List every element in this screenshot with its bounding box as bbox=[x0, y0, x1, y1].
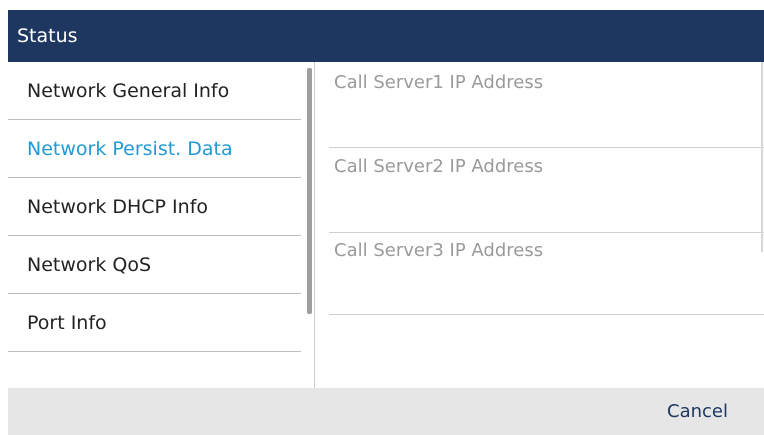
menu-item-label: Network General Info bbox=[27, 79, 230, 102]
page-title: Status bbox=[17, 25, 78, 47]
details-scroll-indicator bbox=[761, 62, 763, 252]
menu-panel: Network General Info Network Persist. Da… bbox=[8, 62, 314, 388]
field-call-server2-ip: Call Server2 IP Address bbox=[329, 156, 764, 233]
field-call-server3-ip: Call Server3 IP Address bbox=[329, 240, 764, 315]
field-label: Call Server1 IP Address bbox=[334, 72, 544, 93]
menu-item-network-dhcp-info[interactable]: Network DHCP Info bbox=[8, 178, 301, 236]
menu-item-label: Network DHCP Info bbox=[27, 195, 209, 218]
menu-item-port-info[interactable]: Port Info bbox=[8, 294, 301, 352]
field-divider bbox=[329, 147, 764, 148]
field-call-server1-ip: Call Server1 IP Address bbox=[329, 72, 764, 148]
menu-item-network-persist-data[interactable]: Network Persist. Data bbox=[8, 120, 301, 178]
menu-item-network-qos[interactable]: Network QoS bbox=[8, 236, 301, 294]
softkey-bar: Cancel bbox=[8, 388, 764, 435]
field-label: Call Server3 IP Address bbox=[334, 240, 544, 261]
menu-item-network-general-info[interactable]: Network General Info bbox=[8, 62, 301, 120]
field-label: Call Server2 IP Address bbox=[334, 156, 544, 177]
menu-item-label: Port Info bbox=[27, 311, 107, 334]
status-screen: Status Network General Info Network Pers… bbox=[0, 0, 764, 435]
cancel-button[interactable]: Cancel bbox=[667, 388, 728, 435]
field-divider bbox=[329, 232, 764, 233]
menu-item-label: Network Persist. Data bbox=[27, 137, 233, 160]
header-bar: Status bbox=[8, 10, 764, 62]
menu-scrollbar[interactable] bbox=[307, 68, 312, 314]
field-divider bbox=[329, 314, 764, 315]
details-panel: Call Server1 IP Address Call Server2 IP … bbox=[315, 62, 764, 388]
menu-item-label: Network QoS bbox=[27, 253, 152, 276]
menu-list: Network General Info Network Persist. Da… bbox=[8, 62, 301, 352]
